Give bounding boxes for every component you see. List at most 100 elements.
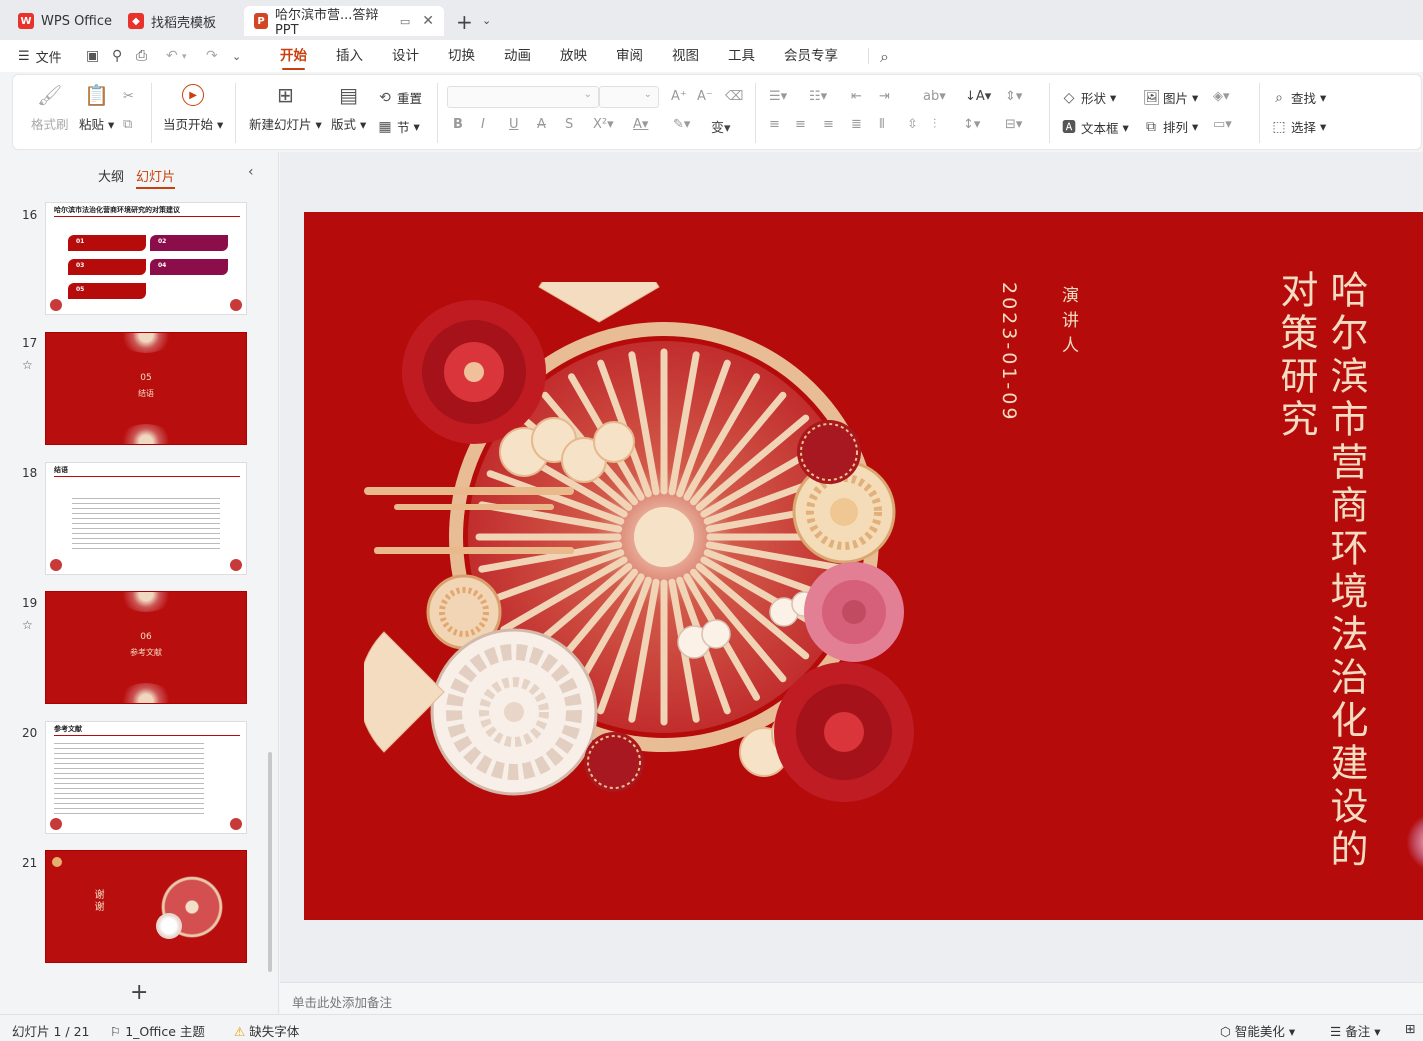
bullet-list-icon[interactable]: ☰▾: [769, 89, 787, 104]
font-color-icon[interactable]: A▾: [633, 117, 648, 132]
italic-icon[interactable]: I: [481, 117, 485, 132]
reset-button[interactable]: ⟲ 重置: [377, 88, 422, 107]
tab-current-document[interactable]: P 哈尔滨市营...答辩PPT ▭ ✕: [244, 6, 444, 38]
tab-insert[interactable]: 插入: [336, 40, 363, 72]
tab-design[interactable]: 设计: [392, 40, 419, 72]
smart-beautify-button[interactable]: ⬡ 智能美化 ▾: [1220, 1021, 1295, 1040]
slide-thumbnail-19[interactable]: 06 参考文献: [45, 591, 247, 704]
distribute-icon[interactable]: ⦀: [879, 117, 885, 132]
tab-slideshow[interactable]: 放映: [560, 40, 587, 72]
redo-icon[interactable]: ↷: [206, 48, 218, 64]
font-family-select[interactable]: ⌄: [447, 86, 599, 108]
tab-transitions[interactable]: 切换: [448, 40, 475, 72]
slide-thumbnail-18[interactable]: 结语: [45, 462, 247, 575]
find-button[interactable]: ⌕ 查找 ▾: [1271, 88, 1326, 107]
align-right-icon[interactable]: ≡: [823, 117, 834, 132]
docer-icon: ◆: [128, 13, 144, 29]
font-size-select[interactable]: ⌄: [599, 86, 659, 108]
chevron-down-icon[interactable]: ⌄: [482, 14, 491, 27]
add-slide-plus-icon[interactable]: +: [130, 980, 148, 1005]
arrange-button[interactable]: ⧉ 排列 ▾: [1143, 117, 1198, 136]
bold-icon[interactable]: B: [453, 117, 463, 132]
decrease-indent-icon[interactable]: ⇤: [851, 89, 862, 104]
search-icon[interactable]: ⌕: [880, 47, 889, 67]
normal-view-icon[interactable]: ⊞: [1405, 1021, 1415, 1036]
tab-home[interactable]: 开始: [280, 40, 307, 72]
customize-quick-access-icon[interactable]: ⌄: [232, 50, 241, 63]
close-tab-icon[interactable]: ✕: [422, 13, 434, 29]
theme-indicator[interactable]: ⚐ 1_Office 主题: [110, 1021, 205, 1040]
shape-button[interactable]: ◇ 形状 ▾: [1061, 88, 1117, 107]
slide-title-line2[interactable]: 对策研究: [1272, 270, 1320, 442]
format-painter-button[interactable]: 🖌 格式刷: [31, 81, 69, 133]
section-button[interactable]: ▦ 节 ▾: [377, 117, 419, 136]
slide-counter: 幻灯片 1 / 21: [12, 1024, 90, 1039]
tab-outline[interactable]: 大纲: [98, 166, 124, 185]
textbox-button[interactable]: 🅰 文本框 ▾: [1061, 117, 1129, 137]
save-icon[interactable]: ▣: [86, 48, 99, 64]
presenter-label[interactable]: 演讲人: [1056, 286, 1081, 361]
file-menu[interactable]: ☰ 文件: [18, 40, 62, 72]
new-tab-plus-icon[interactable]: +: [456, 10, 473, 34]
strikethrough-icon[interactable]: A: [537, 117, 546, 132]
slide-1[interactable]: 哈尔滨市营商环境法治化建设的 对策研究 演讲人 2023-01-09: [304, 212, 1423, 920]
slide-thumbnail-16[interactable]: 哈尔滨市法治化营商环境研究的对策建议 01 02 03 04 05: [45, 202, 247, 315]
paste-button[interactable]: 📋 粘贴 ▾: [79, 81, 114, 133]
clear-format-icon[interactable]: ⌫: [725, 89, 743, 104]
line-spacing-icon[interactable]: ⇕▾: [1005, 89, 1022, 104]
columns-icon[interactable]: ⫶: [933, 117, 936, 132]
numbered-list-icon[interactable]: ☷▾: [809, 89, 827, 104]
notes-pane[interactable]: 单击此处添加备注: [280, 982, 1423, 1014]
panel-scrollbar[interactable]: [268, 752, 272, 972]
copy-icon[interactable]: ⧉: [123, 117, 132, 132]
justify-icon[interactable]: ≣: [851, 117, 862, 132]
highlight-icon[interactable]: ✎▾: [673, 117, 690, 132]
align-left-icon[interactable]: ≡: [769, 117, 780, 132]
slide-thumbnail-21[interactable]: 谢谢: [45, 850, 247, 963]
underline-icon[interactable]: U: [509, 117, 519, 132]
fill-icon[interactable]: ◈▾: [1213, 89, 1230, 104]
star-icon: ☆: [22, 618, 33, 632]
slide-thumbnail-17[interactable]: 05 结语: [45, 332, 247, 445]
presentation-date[interactable]: 2023-01-09: [998, 282, 1020, 422]
outline-icon[interactable]: ▭▾: [1213, 117, 1232, 132]
sort-icon[interactable]: ↓A▾: [965, 89, 991, 104]
text-direction-icon[interactable]: ab▾: [923, 89, 946, 104]
tab-docer-templates[interactable]: ◆ 找稻壳模板: [118, 6, 226, 36]
notes-toggle-button[interactable]: ☰ 备注 ▾: [1330, 1021, 1380, 1040]
missing-font-indicator[interactable]: ⚠ 缺失字体: [234, 1021, 299, 1040]
undo-icon[interactable]: ↶: [166, 48, 178, 64]
align-center-icon[interactable]: ≡: [795, 117, 806, 132]
cut-icon[interactable]: ✂: [123, 89, 134, 104]
text-box-align-icon[interactable]: ⊟▾: [1005, 117, 1022, 132]
picture-button[interactable]: 🖼 图片 ▾: [1143, 88, 1198, 107]
slide-title-line1[interactable]: 哈尔滨市营商环境法治化建设的: [1322, 270, 1370, 872]
link-icon[interactable]: ⚲: [112, 48, 122, 64]
superscript-icon[interactable]: X²▾: [593, 117, 614, 132]
tab-tools[interactable]: 工具: [728, 40, 755, 72]
undo-dropdown-icon[interactable]: ▾: [182, 52, 187, 62]
tab-view[interactable]: 视图: [672, 40, 699, 72]
shadow-icon[interactable]: S: [565, 117, 573, 132]
print-preview-icon[interactable]: ⎙: [136, 48, 147, 64]
paint-brush-icon: 🖌: [37, 83, 63, 107]
slide-thumbnail-20[interactable]: 参考文献: [45, 721, 247, 834]
tab-animations[interactable]: 动画: [504, 40, 531, 72]
collapse-panel-icon[interactable]: ‹: [248, 164, 254, 180]
tab-review[interactable]: 审阅: [616, 40, 643, 72]
increase-font-icon[interactable]: A⁺: [671, 89, 687, 104]
start-from-current-button[interactable]: ▶ 当页开始 ▾: [163, 81, 223, 133]
paragraph-spacing-icon[interactable]: ↕▾: [963, 117, 980, 132]
decrease-font-icon[interactable]: A⁻: [697, 89, 713, 104]
select-button[interactable]: ⬚ 选择 ▾: [1271, 117, 1326, 136]
tab-slides[interactable]: 幻灯片: [136, 166, 176, 189]
layout-button[interactable]: ▤ 版式 ▾: [331, 81, 366, 133]
tab-wps-office[interactable]: W WPS Office: [8, 6, 122, 36]
monitor-icon[interactable]: ▭: [400, 15, 410, 28]
vertical-align-icon[interactable]: ⇳: [907, 117, 918, 132]
increase-indent-icon[interactable]: ⇥: [879, 89, 890, 104]
phonetic-icon[interactable]: 变▾: [711, 117, 731, 136]
tab-member[interactable]: 会员专享: [784, 40, 838, 72]
new-slide-button[interactable]: ⊞ 新建幻灯片 ▾: [249, 81, 322, 133]
notes-placeholder[interactable]: 单击此处添加备注: [292, 992, 392, 1011]
